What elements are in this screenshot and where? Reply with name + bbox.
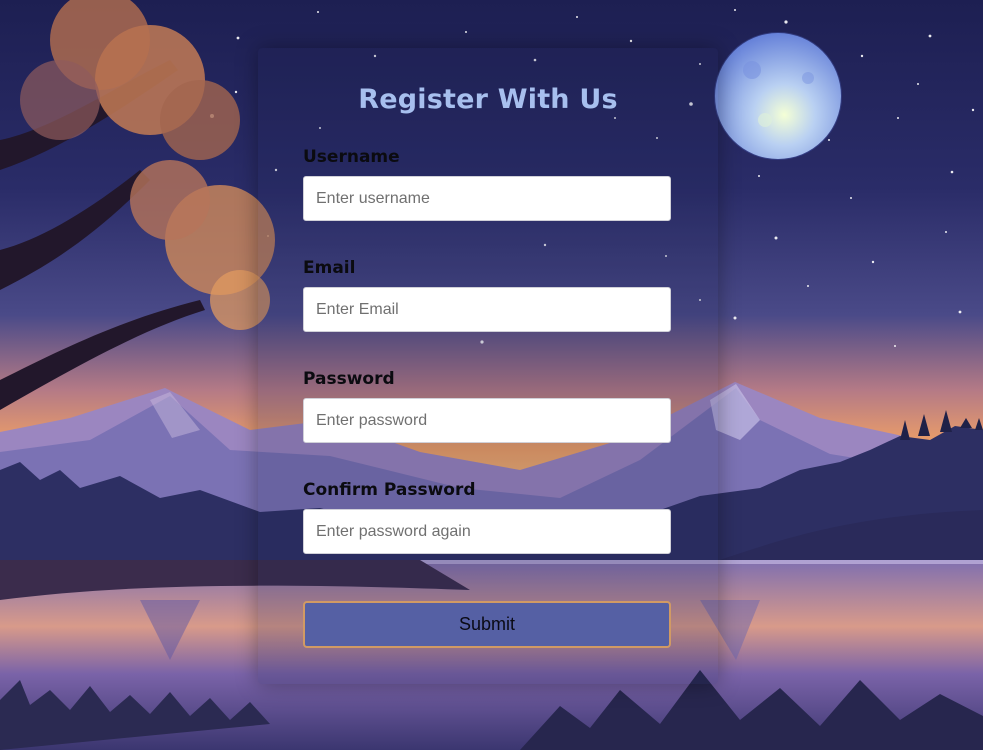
password-input[interactable] bbox=[303, 398, 671, 443]
moon-icon bbox=[714, 32, 842, 160]
password-label: Password bbox=[303, 369, 395, 389]
confirm-password-label: Confirm Password bbox=[303, 480, 476, 500]
email-input[interactable] bbox=[303, 287, 671, 332]
submit-button[interactable]: Submit bbox=[303, 601, 671, 648]
email-label: Email bbox=[303, 258, 356, 278]
username-input[interactable] bbox=[303, 176, 671, 221]
form-title: Register With Us bbox=[358, 84, 618, 115]
confirm-password-input[interactable] bbox=[303, 509, 671, 554]
registration-card bbox=[258, 48, 718, 684]
username-label: Username bbox=[303, 147, 400, 167]
